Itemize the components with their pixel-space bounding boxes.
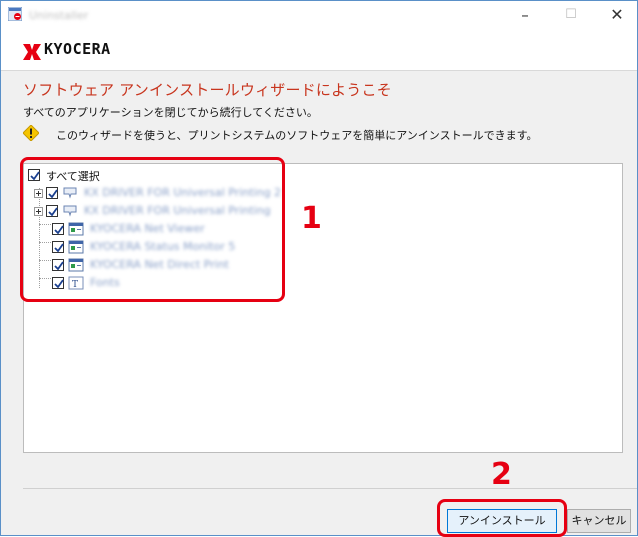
wizard-heading: ソフトウェア アンインストールウィザードにようこそ bbox=[23, 81, 392, 99]
uninstaller-app-icon bbox=[8, 7, 22, 21]
kyocera-logo-text: KYOCERA bbox=[44, 40, 111, 58]
title-bar: Uninstaller – ☐ ✕ bbox=[1, 1, 637, 31]
uninstaller-window: Uninstaller – ☐ ✕ KYOCERA ソフトウェア アンインストー… bbox=[0, 0, 638, 537]
minimize-button[interactable]: – bbox=[503, 1, 547, 31]
header-divider bbox=[1, 70, 637, 71]
warning-icon bbox=[23, 125, 39, 141]
callout-number-2: 2 bbox=[491, 457, 512, 492]
uninstall-button[interactable]: アンインストール bbox=[447, 509, 557, 533]
window-title: Uninstaller bbox=[29, 9, 89, 22]
close-button[interactable]: ✕ bbox=[595, 1, 638, 31]
close-apps-notice: すべてのアプリケーションを閉じてから続行してください。 bbox=[23, 106, 318, 119]
wizard-info-text: このウィザードを使うと、プリントシステムのソフトウェアを簡単にアンインストールで… bbox=[56, 129, 538, 142]
tree-highlight-callout bbox=[20, 157, 285, 302]
maximize-button[interactable]: ☐ bbox=[549, 1, 593, 31]
kyocera-logo-icon bbox=[23, 44, 41, 60]
footer-divider bbox=[23, 488, 637, 489]
callout-number-1: 1 bbox=[301, 201, 322, 236]
cancel-button[interactable]: キャンセル bbox=[567, 509, 631, 533]
